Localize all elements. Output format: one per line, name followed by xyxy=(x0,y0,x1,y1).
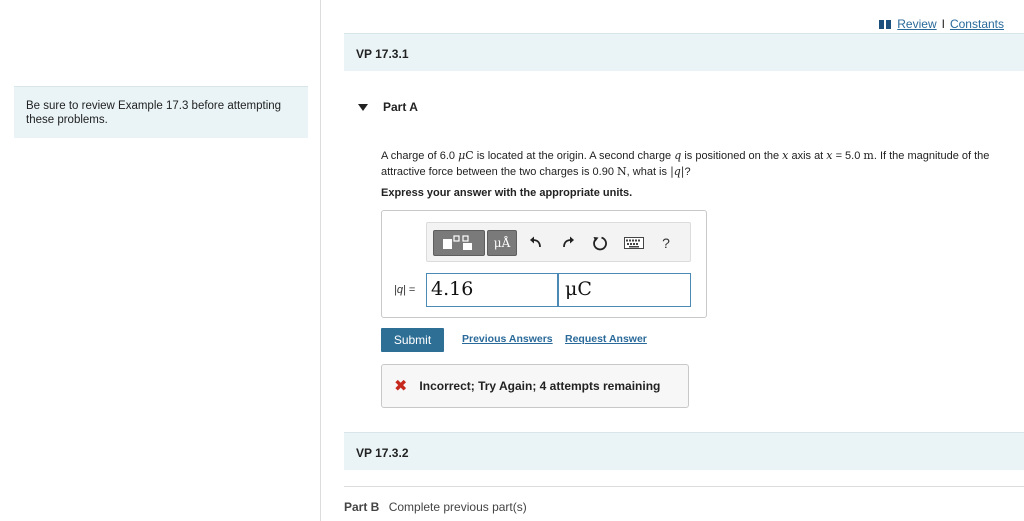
part-b-status: Complete previous part(s) xyxy=(388,500,527,514)
question-text: A charge of 6.0 μC is located at the ori… xyxy=(381,148,1024,180)
submit-button[interactable]: Submit xyxy=(381,328,444,352)
q-text: A charge of 6.0 xyxy=(381,150,459,162)
value-input[interactable]: 4.16 xyxy=(426,273,558,307)
feedback-box: ✖ Incorrect; Try Again; 4 attempts remai… xyxy=(381,364,689,408)
previous-answers-link[interactable]: Previous Answers xyxy=(462,333,553,345)
feedback-text: Incorrect; Try Again; 4 attempts remaini… xyxy=(419,379,661,393)
error-x-icon: ✖ xyxy=(394,378,408,395)
redo-button[interactable] xyxy=(555,230,581,256)
section-vp-17-3-1: VP 17.3.1 xyxy=(344,33,1024,71)
math-toolbar: μÅ ? xyxy=(426,222,691,262)
constants-link[interactable]: Constants xyxy=(950,17,1004,31)
answer-variable: |q| xyxy=(394,284,406,296)
q-text: ? xyxy=(684,166,691,178)
q-text: = 5.0 xyxy=(832,150,864,162)
part-a-title: Part A xyxy=(383,100,418,114)
part-b-label: Part B xyxy=(344,500,380,514)
q-unit-m: m xyxy=(863,149,874,162)
redo-icon xyxy=(563,236,574,248)
q-unit-c: C xyxy=(465,149,474,162)
q-unit-n: N xyxy=(617,165,627,178)
q-text: is located at the origin. A second charg… xyxy=(473,150,675,162)
equals-sign: = xyxy=(408,284,416,296)
part-b-row: Part B Complete previous part(s) xyxy=(344,486,1024,514)
keyboard-button[interactable] xyxy=(619,230,649,256)
hint-box: Be sure to review Example 17.3 before at… xyxy=(14,86,308,138)
help-button[interactable]: ? xyxy=(653,230,679,256)
instruction-text: Express your answer with the appropriate… xyxy=(381,187,633,199)
templates-button[interactable] xyxy=(433,230,485,256)
keyboard-icon xyxy=(624,237,644,249)
hint-text: Be sure to review Example 17.3 before at… xyxy=(26,100,282,126)
answer-box: μÅ ? |q| = 4.16 μC xyxy=(381,210,707,318)
review-link[interactable]: Review xyxy=(897,17,936,31)
q-abs-q: |q| xyxy=(670,165,685,178)
book-icon xyxy=(879,19,892,29)
top-links: Review I Constants xyxy=(879,17,1004,31)
q-text: is positioned on the xyxy=(681,150,783,162)
unit-input[interactable]: μC xyxy=(558,273,691,307)
q-text: , what is xyxy=(626,166,671,178)
request-answer-link[interactable]: Request Answer xyxy=(565,333,647,345)
templates-icon xyxy=(443,235,472,250)
caret-down-icon xyxy=(358,103,368,111)
q-text: axis at xyxy=(788,150,827,162)
reset-icon xyxy=(593,236,607,251)
part-a-toggle[interactable]: Part A xyxy=(358,100,418,114)
section-title: VP 17.3.2 xyxy=(356,446,409,460)
link-separator: I xyxy=(941,17,945,31)
undo-button[interactable] xyxy=(523,230,549,256)
left-panel: Be sure to review Example 17.3 before at… xyxy=(0,0,321,521)
answer-label: |q| = xyxy=(394,284,415,296)
section-title: VP 17.3.1 xyxy=(356,47,409,61)
reset-button[interactable] xyxy=(587,230,613,256)
section-vp-17-3-2: VP 17.3.2 xyxy=(344,432,1024,470)
units-button[interactable]: μÅ xyxy=(487,230,517,256)
undo-icon xyxy=(530,236,541,248)
